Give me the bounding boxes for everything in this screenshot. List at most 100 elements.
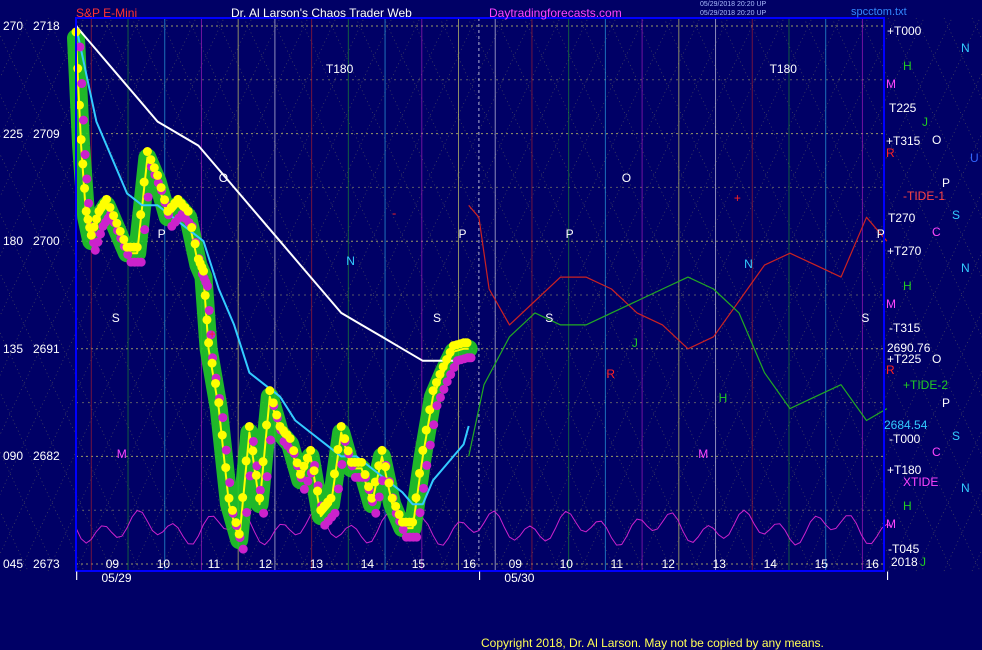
right-axis-label: O bbox=[932, 133, 942, 147]
low-dot bbox=[77, 79, 87, 89]
high-dot bbox=[313, 486, 323, 496]
right-axis-label: -T315 bbox=[889, 321, 921, 335]
high-dot bbox=[238, 493, 248, 503]
chart-canvas bbox=[0, 0, 982, 650]
right-axis-label: +T000 bbox=[887, 24, 922, 38]
plot-marker-label: T180 bbox=[325, 62, 354, 76]
high-dot bbox=[200, 290, 210, 300]
high-dot bbox=[326, 493, 336, 503]
x-date-label: 05/29 bbox=[101, 571, 132, 585]
price-label-last: 2690.76 bbox=[887, 341, 931, 355]
high-dot bbox=[435, 369, 445, 379]
low-dot bbox=[419, 483, 429, 493]
high-dot bbox=[380, 462, 390, 472]
high-dot bbox=[377, 445, 387, 455]
high-dot bbox=[272, 410, 282, 420]
plot-marker-label: P bbox=[565, 227, 574, 241]
high-dot bbox=[340, 434, 350, 444]
left-axis-price-label: 2673 bbox=[33, 557, 60, 571]
year-label: 2018 bbox=[891, 555, 918, 569]
high-dot bbox=[343, 446, 353, 456]
high-dot bbox=[76, 135, 86, 145]
x-hour-label: 10 bbox=[559, 557, 573, 571]
high-dot bbox=[428, 386, 438, 396]
high-dot bbox=[136, 210, 146, 220]
low-dot bbox=[266, 435, 276, 445]
high-dot bbox=[156, 183, 166, 193]
high-dot bbox=[262, 420, 272, 430]
plot-marker-label: R bbox=[606, 367, 616, 381]
plot-marker-label: P bbox=[876, 227, 885, 241]
low-dot bbox=[439, 384, 449, 394]
left-axis-price-label: 2691 bbox=[33, 341, 60, 356]
low-dot bbox=[93, 237, 103, 247]
high-dot bbox=[149, 163, 159, 173]
instrument-name: S&P E-Mini bbox=[76, 6, 138, 20]
site-link[interactable]: Daytradingforecasts.com bbox=[489, 7, 622, 20]
high-dot bbox=[78, 159, 88, 169]
timestamp-2: 05/29/2018 20:20 UP bbox=[700, 10, 767, 17]
plot-marker-label: H bbox=[718, 391, 728, 405]
right-axis-label: H bbox=[903, 279, 912, 293]
high-dot bbox=[142, 147, 152, 157]
high-dot bbox=[160, 195, 170, 205]
high-dot bbox=[81, 206, 91, 216]
high-dot bbox=[105, 202, 115, 212]
low-dot bbox=[78, 115, 88, 125]
x-hour-label: 09 bbox=[508, 557, 522, 571]
low-dot bbox=[330, 508, 340, 518]
low-dot bbox=[425, 440, 435, 450]
high-dot bbox=[394, 509, 404, 519]
high-dot bbox=[224, 493, 234, 503]
high-dot bbox=[265, 386, 275, 396]
price-label-average: 2684.54 bbox=[884, 418, 928, 432]
low-dot bbox=[140, 225, 150, 235]
x-hour-label: 10 bbox=[156, 557, 171, 571]
high-dot bbox=[357, 457, 367, 467]
high-dot bbox=[112, 218, 122, 228]
plot-marker-label: S bbox=[545, 311, 554, 325]
x-hour-label: 13 bbox=[712, 557, 726, 571]
x-hour-label: 15 bbox=[411, 557, 426, 571]
high-dot bbox=[102, 194, 112, 204]
x-hour-label: 09 bbox=[105, 557, 120, 571]
low-dot bbox=[84, 198, 94, 208]
high-dot bbox=[119, 235, 129, 245]
plot-marker-label: - bbox=[392, 206, 397, 220]
high-dot bbox=[302, 453, 312, 463]
left-axis-price-label: 2709 bbox=[33, 126, 60, 141]
low-dot bbox=[255, 485, 265, 495]
high-dot bbox=[132, 242, 142, 252]
right-axis-label: -TIDE-1 bbox=[903, 189, 945, 203]
high-dot bbox=[146, 155, 156, 165]
chart-title: Dr. Al Larson's Chaos Trader Web bbox=[231, 6, 412, 20]
high-dot bbox=[360, 470, 370, 480]
right-axis-label: P bbox=[942, 396, 951, 410]
low-dot bbox=[90, 245, 100, 255]
high-dot bbox=[384, 478, 394, 488]
left-axis-price-label: 2718 bbox=[33, 19, 60, 33]
high-dot bbox=[268, 398, 278, 408]
high-dot bbox=[431, 377, 441, 387]
high-dot bbox=[73, 64, 83, 74]
high-dot bbox=[244, 421, 254, 431]
right-axis-label: M bbox=[886, 517, 896, 531]
low-dot bbox=[435, 392, 445, 402]
plot-marker-label: P bbox=[157, 227, 166, 241]
high-dot bbox=[421, 425, 431, 435]
high-dot bbox=[285, 433, 295, 443]
plot-marker-label: O bbox=[218, 171, 229, 185]
plot-marker-label: + bbox=[733, 191, 741, 205]
high-dot bbox=[299, 461, 309, 471]
low-dot bbox=[299, 484, 309, 494]
right-axis-label: -T000 bbox=[889, 432, 921, 446]
plot-marker-label: T180 bbox=[769, 62, 797, 76]
high-dot bbox=[248, 446, 258, 456]
low-dot bbox=[337, 459, 347, 469]
low-dot bbox=[136, 257, 146, 267]
left-axis-angle-label: 135 bbox=[3, 341, 24, 356]
timestamp-1: 05/29/2018 20:20 UP bbox=[700, 1, 767, 8]
right-axis-label: M bbox=[886, 77, 896, 91]
right-axis-label: M bbox=[886, 297, 896, 311]
plot-marker-label: P bbox=[458, 227, 467, 241]
